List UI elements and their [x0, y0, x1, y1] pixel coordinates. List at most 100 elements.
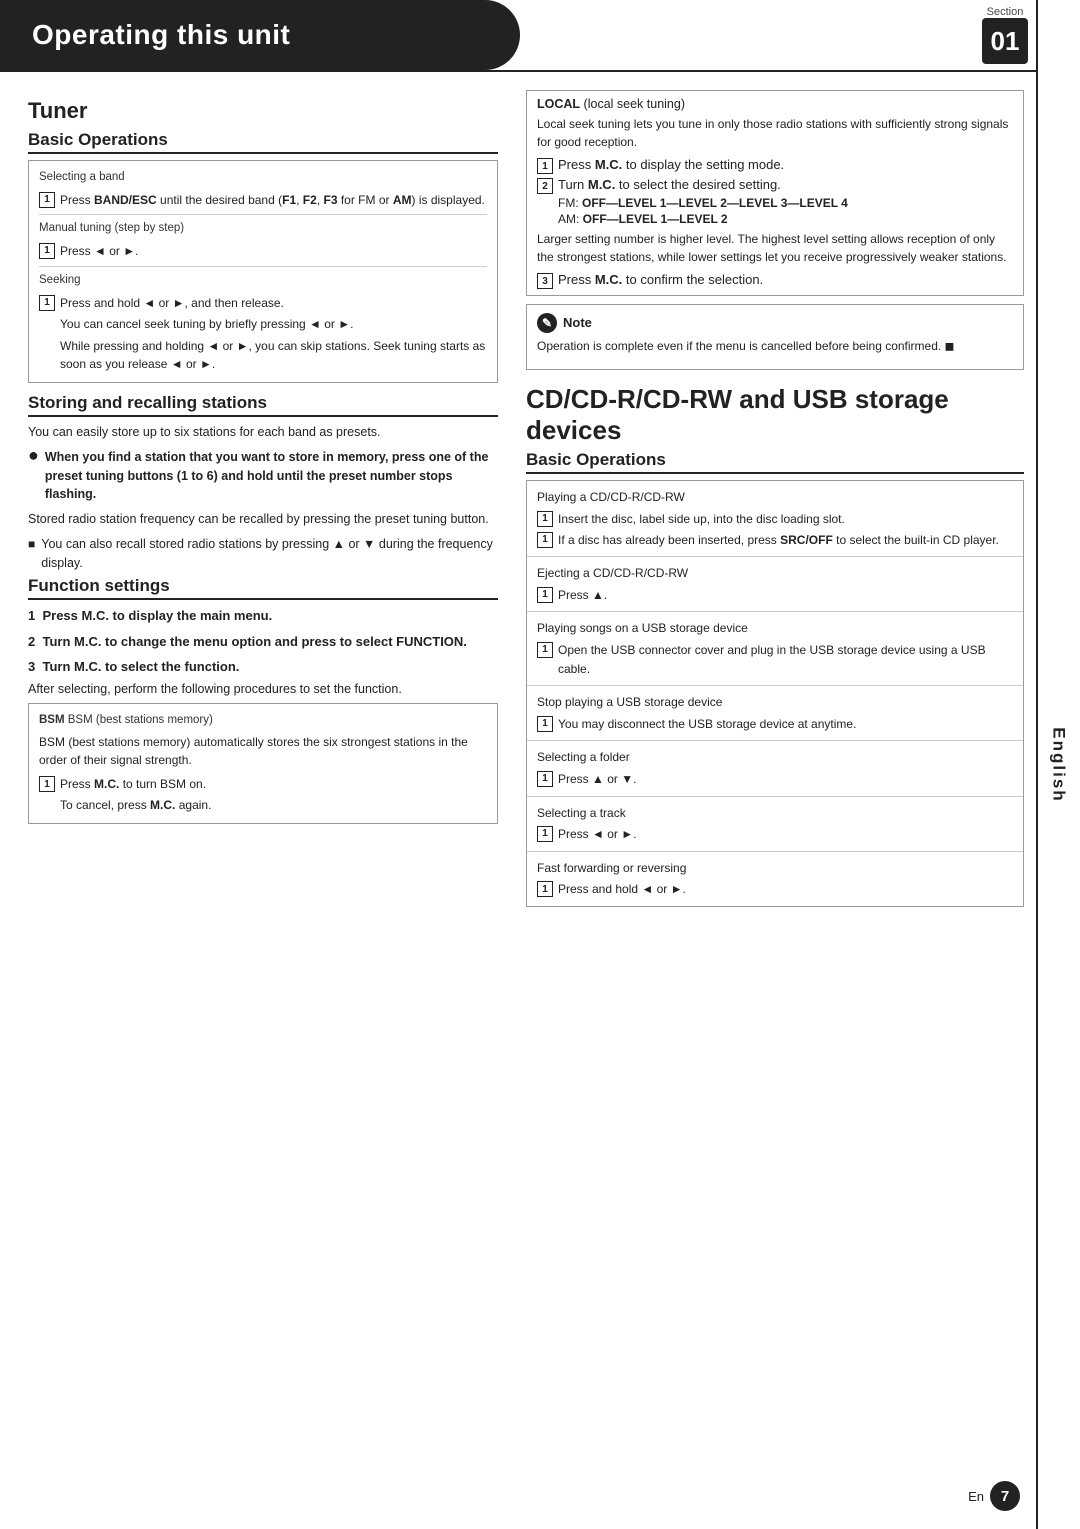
note-label: Note [563, 313, 592, 333]
section-label: Section [987, 6, 1024, 18]
local-box: LOCAL (local seek tuning) Local seek tun… [526, 90, 1024, 296]
storing-title: Storing and recalling stations [28, 393, 498, 417]
ff-section: Fast forwarding or reversing 1 Press and… [527, 852, 1023, 906]
bsm-step1: 1 Press M.C. to turn BSM on. [39, 775, 487, 794]
cd-step-1a: 1 [537, 511, 553, 527]
bsm-title-sub: BSM (best stations memory) [68, 714, 213, 726]
bsm-step1-text: Press M.C. to turn BSM on. [60, 775, 206, 794]
playing-cd-step1b: 1 If a disc has already been inserted, p… [537, 531, 1013, 550]
usb-step-1: 1 [537, 642, 553, 658]
page-number: 7 [990, 1481, 1020, 1511]
local-level-desc: Larger setting number is higher level. T… [537, 230, 1013, 266]
note-icon: ✎ [537, 313, 557, 333]
local-step2: 2 Turn M.C. to select the desired settin… [537, 177, 1013, 194]
selecting-band-text: Press BAND/ESC until the desired band (F… [60, 191, 485, 210]
english-sidebar: English [1036, 0, 1080, 1529]
function-settings-title: Function settings [28, 576, 498, 600]
func-step3: 3 Turn M.C. to select the function. [28, 657, 498, 677]
folder-step-1: 1 [537, 771, 553, 787]
bsm-desc: BSM (best stations memory) automatically… [39, 733, 487, 769]
func-after: After selecting, perform the following p… [28, 680, 498, 699]
step-num-1a: 1 [39, 192, 55, 208]
playing-cd-step1a: 1 Insert the disc, label side up, into t… [537, 510, 1013, 529]
page-title: Operating this unit [0, 0, 520, 70]
local-subtitle: (local seek tuning) [584, 97, 685, 111]
track-step-1: 1 [537, 826, 553, 842]
bullet-dot: ● [28, 446, 39, 464]
stop-usb-section: Stop playing a USB storage device 1 You … [527, 686, 1023, 740]
playing-usb-title: Playing songs on a USB storage device [537, 619, 1013, 638]
tuner-title: Tuner [28, 98, 498, 124]
right-column: LOCAL (local seek tuning) Local seek tun… [526, 90, 1024, 907]
cd-instruction-box: Playing a CD/CD-R/CD-RW 1 Insert the dis… [526, 480, 1024, 907]
section-badge: Section 01 [982, 6, 1028, 64]
stop-usb-step1-text: You may disconnect the USB storage devic… [558, 715, 856, 734]
sel-folder-step1-text: Press ▲ or ▼. [558, 770, 636, 789]
ff-step1: 1 Press and hold ◄ or ►. [537, 880, 1013, 899]
seeking-note1: You can cancel seek tuning by briefly pr… [60, 315, 487, 334]
storing-intro: You can easily store up to six stations … [28, 423, 498, 442]
selecting-band-title: Selecting a band [39, 169, 487, 187]
tuner-instruction-box: Selecting a band 1 Press BAND/ESC until … [28, 160, 498, 383]
local-title: LOCAL (local seek tuning) [537, 97, 1013, 111]
stop-usb-title: Stop playing a USB storage device [537, 693, 1013, 712]
playing-cd-step1b-text: If a disc has already been inserted, pre… [558, 531, 999, 550]
storing-para2-text: You can also recall stored radio station… [41, 535, 498, 573]
seeking-step1-text: Press and hold ◄ or ►, and then release. [60, 294, 284, 313]
storing-bullet: ● When you find a station that you want … [28, 448, 498, 504]
ejecting-step1-text: Press ▲. [558, 586, 607, 605]
sel-folder-section: Selecting a folder 1 Press ▲ or ▼. [527, 741, 1023, 795]
sel-folder-step1: 1 Press ▲ or ▼. [537, 770, 1013, 789]
sel-track-step1-text: Press ◄ or ►. [558, 825, 636, 844]
ff-title: Fast forwarding or reversing [537, 859, 1013, 878]
sel-track-step1: 1 Press ◄ or ►. [537, 825, 1013, 844]
playing-cd-title: Playing a CD/CD-R/CD-RW [537, 488, 1013, 507]
note-header: ✎ Note [537, 313, 1013, 333]
stop-step-1: 1 [537, 716, 553, 732]
local-desc: Local seek tuning lets you tune in only … [537, 115, 1013, 151]
ff-step1-text: Press and hold ◄ or ►. [558, 880, 686, 899]
sel-folder-title: Selecting a folder [537, 748, 1013, 767]
section-number: 01 [982, 18, 1028, 64]
sel-track-title: Selecting a track [537, 804, 1013, 823]
step-num-1b: 1 [39, 243, 55, 259]
playing-usb-step1-text: Open the USB connector cover and plug in… [558, 641, 1013, 678]
left-column: Tuner Basic Operations Selecting a band … [28, 90, 498, 907]
local-step3-text: Press M.C. to confirm the selection. [558, 272, 763, 287]
playing-usb-section: Playing songs on a USB storage device 1 … [527, 612, 1023, 685]
basic-ops-title: Basic Operations [28, 130, 498, 154]
selecting-band-step: 1 Press BAND/ESC until the desired band … [39, 191, 487, 210]
playing-usb-step1: 1 Open the USB connector cover and plug … [537, 641, 1013, 678]
ejecting-title: Ejecting a CD/CD-R/CD-RW [537, 564, 1013, 583]
cd-step-1b: 1 [537, 532, 553, 548]
manual-tuning-text: Press ◄ or ►. [60, 242, 138, 261]
func-step2: 2 Turn M.C. to change the menu option an… [28, 632, 498, 652]
note-box: ✎ Note Operation is complete even if the… [526, 304, 1024, 370]
seeking-note2: While pressing and holding ◄ or ►, you c… [60, 337, 487, 374]
language-label: English [1049, 727, 1069, 802]
bsm-step-num: 1 [39, 776, 55, 792]
bsm-title: BSM BSM (best stations memory) [39, 712, 487, 730]
manual-tuning-step: 1 Press ◄ or ►. [39, 242, 487, 261]
top-header: Operating this unit Section 01 [0, 0, 1080, 72]
cd-basic-ops-title: Basic Operations [526, 450, 1024, 474]
square-dot: ■ [28, 535, 35, 553]
sel-track-section: Selecting a track 1 Press ◄ or ►. [527, 797, 1023, 851]
local-step1-text: Press M.C. to display the setting mode. [558, 157, 784, 172]
bsm-step1b: To cancel, press M.C. again. [60, 796, 487, 815]
step-num-1c: 1 [39, 295, 55, 311]
en-label: En [968, 1489, 984, 1504]
main-content: Tuner Basic Operations Selecting a band … [0, 72, 1080, 925]
ejecting-step1: 1 Press ▲. [537, 586, 1013, 605]
seeking-step1: 1 Press and hold ◄ or ►, and then releas… [39, 294, 487, 313]
local-step-num2: 2 [537, 178, 553, 194]
stop-usb-step1: 1 You may disconnect the USB storage dev… [537, 715, 1013, 734]
page: English Operating this unit Section 01 T… [0, 0, 1080, 1529]
page-footer: En 7 [968, 1481, 1020, 1511]
storing-para1: Stored radio station frequency can be re… [28, 510, 498, 529]
local-step3: 3 Press M.C. to confirm the selection. [537, 272, 1013, 289]
seeking-title: Seeking [39, 272, 487, 290]
eject-step-1: 1 [537, 587, 553, 603]
local-step1: 1 Press M.C. to display the setting mode… [537, 157, 1013, 174]
storing-bullet-text: When you find a station that you want to… [45, 448, 498, 504]
